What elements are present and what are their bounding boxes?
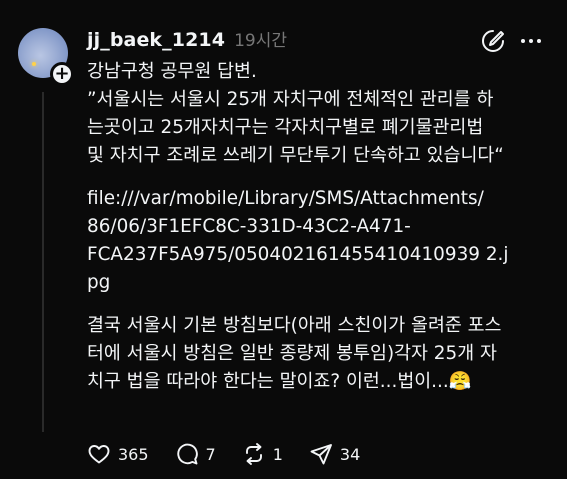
post-body: 강남구청 공무원 답변. ”서울시는 서울시 25개 자치구에 전체적인 관리를… (87, 58, 557, 411)
link-line[interactable]: 86/06/3F1EFC8C-331D-43C2-A471- (87, 213, 557, 241)
comment-icon (175, 442, 199, 466)
link-line[interactable]: FCA237F5A975/050402161455410410939 2.j (87, 241, 557, 269)
post-header: jj_baek_1214 19시간 (87, 26, 287, 52)
send-icon (309, 442, 333, 466)
link-line[interactable]: pg (87, 269, 557, 297)
share-count: 34 (339, 444, 361, 464)
like-button[interactable]: 365 (87, 442, 149, 466)
comment-button[interactable]: 7 (175, 442, 216, 466)
username[interactable]: jj_baek_1214 (87, 29, 225, 51)
text-line: 결국 서울시 기본 방침보다(아래 스친이가 올려준 포스 (87, 315, 502, 336)
file-link[interactable]: file:///var/mobile/Library/SMS/Attachmen… (87, 185, 557, 297)
action-bar: 365 7 1 34 (87, 441, 386, 467)
more-options-icon[interactable] (521, 30, 547, 52)
edit-icon[interactable] (480, 28, 506, 54)
paragraph: 결국 서울시 기본 방침보다(아래 스친이가 올려준 포스 터에 서울시 방침은… (87, 312, 557, 396)
repost-count: 1 (272, 444, 283, 464)
like-count: 365 (118, 444, 149, 464)
follow-plus-button[interactable]: + (50, 62, 74, 86)
text-line: 는곳이고 25개자치구는 각자치구별로 폐기물관리법 (87, 117, 484, 138)
repost-icon (242, 442, 266, 466)
text-line: 강남구청 공무원 답변. (87, 61, 257, 82)
thread-post: + jj_baek_1214 19시간 강남구청 공무원 답변. ”서울시는 서… (0, 0, 567, 479)
share-button[interactable]: 34 (309, 442, 360, 466)
heart-icon (87, 442, 111, 466)
link-line[interactable]: file:///var/mobile/Library/SMS/Attachmen… (87, 185, 557, 213)
comment-count: 7 (205, 444, 216, 464)
text-line: 터에 서울시 방침은 일반 종량제 봉투임)각자 25개 자 (87, 343, 497, 364)
repost-button[interactable]: 1 (242, 442, 283, 466)
text-line: 치구 법을 따라야 한다는 말이죠? 이런...법이...😤 (87, 371, 472, 392)
text-line: ”서울시는 서울시 25개 자치구에 전체적인 관리를 하 (87, 89, 494, 110)
timestamp: 19시간 (234, 31, 287, 51)
paragraph: 강남구청 공무원 답변. ”서울시는 서울시 25개 자치구에 전체적인 관리를… (87, 58, 557, 170)
text-line: 및 자치구 조례로 쓰레기 무단투기 단속하고 있습니다“ (87, 145, 504, 166)
thread-line (42, 92, 44, 432)
